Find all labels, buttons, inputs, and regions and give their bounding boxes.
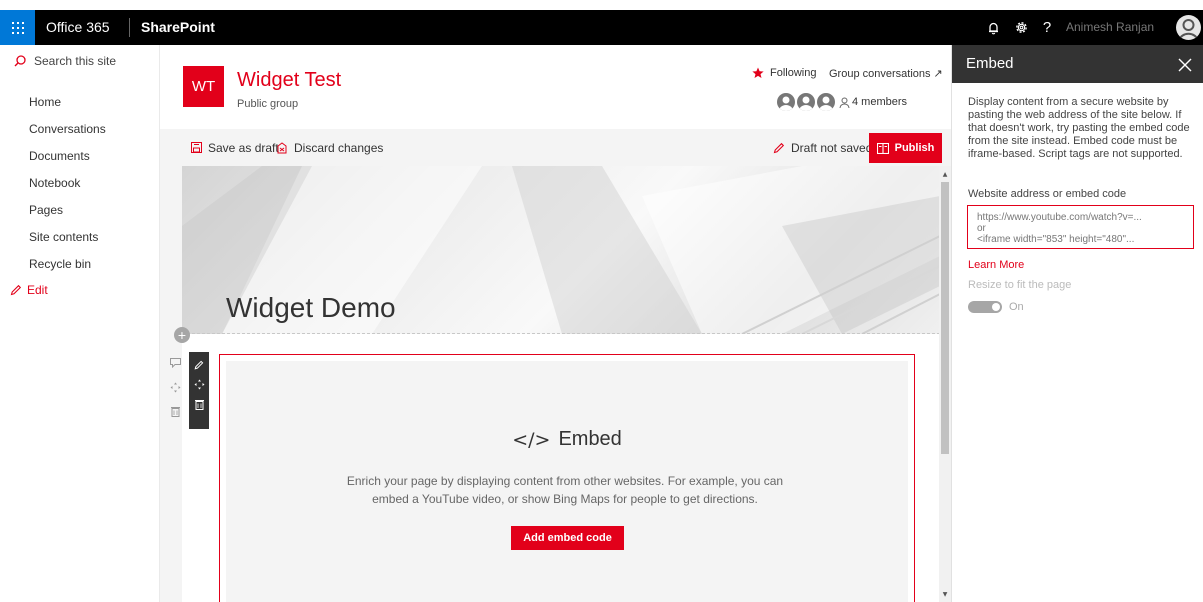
- toggle-knob: [992, 303, 1000, 311]
- settings-button[interactable]: [1010, 10, 1032, 45]
- site-title[interactable]: Widget Test: [237, 69, 341, 92]
- following-label: Following: [770, 67, 817, 79]
- following-button[interactable]: Following: [752, 67, 816, 79]
- member-avatar: [777, 93, 795, 111]
- publish-button[interactable]: Publish: [869, 133, 942, 163]
- nav-item-notebook[interactable]: Notebook: [29, 176, 80, 190]
- trash-icon: [170, 406, 180, 417]
- webpart-toolbar: [189, 352, 209, 429]
- pencil-icon: [10, 284, 22, 296]
- scroll-down-icon[interactable]: ▼: [939, 588, 951, 600]
- resize-to-fit-label: Resize to fit the page: [968, 279, 1072, 291]
- member-avatar: [797, 93, 815, 111]
- help-button[interactable]: ?: [1036, 10, 1058, 45]
- person-icon: [1178, 19, 1199, 40]
- site-logo[interactable]: WT: [183, 66, 224, 107]
- add-embed-code-button[interactable]: Add embed code: [511, 526, 624, 550]
- members-button[interactable]: 4 members: [777, 93, 907, 111]
- suite-bar: Office 365 SharePoint ? Animesh Ranjan: [0, 10, 1203, 45]
- comment-icon: [169, 358, 181, 368]
- hero-title[interactable]: Widget Demo: [226, 292, 396, 324]
- section-comment-button[interactable]: [165, 351, 185, 375]
- embed-property-pane: Embed Display content from a secure webs…: [951, 45, 1203, 602]
- pencil-icon: [773, 142, 785, 153]
- section-delete-button[interactable]: [165, 399, 185, 423]
- embed-webpart-heading: </> Embed: [226, 428, 908, 451]
- save-icon: [191, 142, 202, 153]
- property-pane-title: Embed: [966, 55, 1014, 72]
- move-icon: [170, 382, 180, 392]
- discard-icon: [277, 141, 287, 153]
- save-draft-button[interactable]: Save as draft: [191, 129, 279, 166]
- publish-label: Publish: [894, 142, 935, 154]
- close-pane-button[interactable]: [1178, 58, 1192, 72]
- site-search[interactable]: Search this site: [14, 51, 116, 71]
- code-icon: </>: [512, 428, 551, 451]
- scroll-thumb[interactable]: [941, 182, 949, 454]
- person-icon: [839, 97, 850, 108]
- section-move-button[interactable]: [165, 375, 185, 399]
- trash-icon: [194, 400, 204, 410]
- move-webpart-button[interactable]: [193, 378, 205, 391]
- sharepoint-link[interactable]: SharePoint: [141, 10, 215, 45]
- embed-webpart-description: Enrich your page by displaying content f…: [346, 474, 784, 506]
- left-navigation: Search this site Home Conversations Docu…: [0, 45, 160, 602]
- search-icon: [14, 55, 26, 67]
- embed-code-label: Website address or embed code: [968, 188, 1127, 200]
- nav-item-pages[interactable]: Pages: [29, 203, 63, 217]
- section-divider: [182, 333, 940, 334]
- property-pane-description: Display content from a secure website by…: [968, 96, 1190, 160]
- notifications-button[interactable]: [982, 10, 1004, 45]
- site-header: WT Widget Test Public group Following Gr…: [160, 45, 951, 129]
- office365-link[interactable]: Office 365: [46, 10, 110, 45]
- plus-icon: +: [177, 327, 187, 343]
- nav-item-conversations[interactable]: Conversations: [29, 122, 106, 136]
- search-placeholder: Search this site: [34, 54, 117, 68]
- embed-webpart-title: Embed: [558, 428, 622, 450]
- property-pane-header: Embed: [952, 45, 1203, 83]
- scroll-up-icon[interactable]: ▲: [939, 168, 951, 180]
- avatar[interactable]: [1176, 15, 1201, 40]
- nav-item-documents[interactable]: Documents: [29, 149, 90, 163]
- close-icon: [1178, 58, 1192, 72]
- members-count: 4 members: [852, 96, 908, 108]
- app-launcher-button[interactable]: [0, 10, 35, 45]
- embed-code-field[interactable]: https://www.youtube.com/watch?v=... or <…: [967, 205, 1194, 249]
- resize-toggle[interactable]: [968, 301, 1002, 313]
- site-subtitle: Public group: [237, 98, 299, 110]
- nav-item-site-contents[interactable]: Site contents: [29, 230, 98, 244]
- nav-edit-link[interactable]: Edit: [10, 283, 48, 297]
- toggle-state-label: On: [1009, 301, 1024, 313]
- gear-icon: [1015, 22, 1027, 33]
- draft-status: Draft not saved: [773, 129, 872, 166]
- discard-changes-button[interactable]: Discard changes: [276, 129, 383, 166]
- save-draft-label: Save as draft: [208, 140, 279, 155]
- nav-item-recycle-bin[interactable]: Recycle bin: [29, 257, 91, 271]
- command-bar: Save as draft Discard changes Draft not …: [160, 129, 951, 166]
- embed-webpart[interactable]: </> Embed Enrich your page by displaying…: [219, 354, 915, 602]
- main-content: WT Widget Test Public group Following Gr…: [160, 45, 951, 602]
- member-avatar: [817, 93, 835, 111]
- canvas-scrollbar[interactable]: ▲ ▼: [939, 166, 951, 602]
- section-toolbar: [165, 351, 185, 423]
- draft-status-label: Draft not saved: [791, 140, 873, 155]
- user-name[interactable]: Animesh Ranjan: [1066, 10, 1154, 45]
- delete-webpart-button[interactable]: [193, 398, 205, 411]
- add-section-button[interactable]: +: [174, 327, 190, 343]
- embed-webpart-placeholder: </> Embed Enrich your page by displaying…: [226, 361, 908, 602]
- edit-webpart-button[interactable]: [193, 358, 205, 371]
- learn-more-link[interactable]: Learn More: [968, 259, 1024, 271]
- move-icon: [194, 379, 204, 390]
- star-icon: [752, 67, 764, 78]
- waffle-icon: [11, 21, 24, 34]
- pencil-icon: [194, 360, 204, 369]
- hero-banner[interactable]: Widget Demo: [182, 166, 940, 334]
- publish-icon: [876, 142, 889, 154]
- edit-label: Edit: [27, 283, 48, 297]
- bell-icon: [988, 22, 998, 34]
- discard-label: Discard changes: [294, 140, 384, 155]
- nav-item-home[interactable]: Home: [29, 95, 61, 109]
- suite-divider: [129, 18, 130, 37]
- group-conversations-link[interactable]: Group conversations ↗: [829, 67, 943, 80]
